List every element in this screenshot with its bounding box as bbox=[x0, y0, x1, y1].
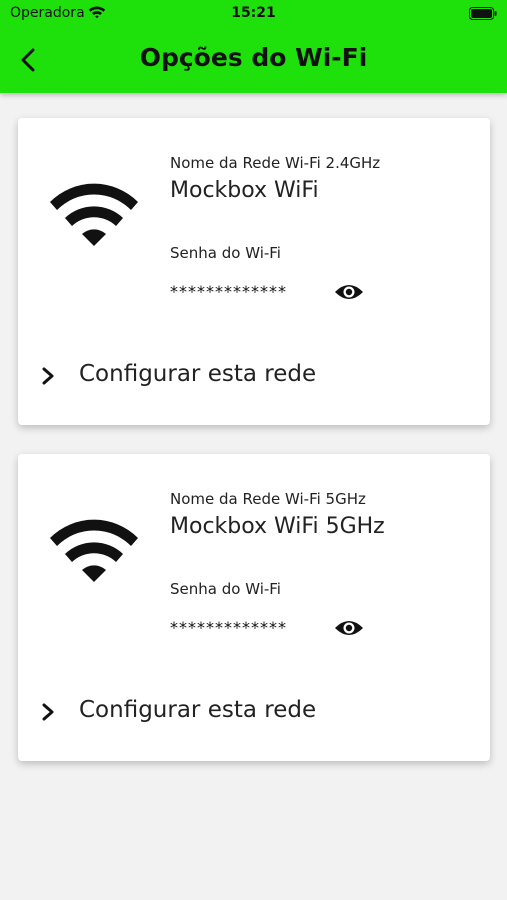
configure-network-label: Configurar esta rede bbox=[79, 361, 317, 387]
show-password-button[interactable] bbox=[334, 281, 364, 303]
status-time: 15:21 bbox=[231, 5, 276, 21]
network-name: Mockbox WiFi bbox=[170, 178, 319, 203]
password-label: Senha do Wi-Fi bbox=[170, 244, 281, 262]
password-value: ************* bbox=[170, 618, 287, 637]
app-header: Operadora 15:21 Opções do Wi-Fi bbox=[0, 0, 507, 93]
configure-network-label: Configurar esta rede bbox=[79, 697, 317, 723]
page-title: Opções do Wi-Fi bbox=[139, 43, 368, 72]
network-label: Nome da Rede Wi-Fi 5GHz bbox=[170, 490, 366, 508]
wifi-icon bbox=[50, 519, 138, 582]
status-bar: Operadora 15:21 bbox=[0, 0, 507, 28]
chevron-right-icon bbox=[42, 367, 54, 385]
network-name: Mockbox WiFi 5GHz bbox=[170, 514, 385, 539]
chevron-right-icon bbox=[42, 703, 54, 721]
password-label: Senha do Wi-Fi bbox=[170, 580, 281, 598]
network-card-2-4ghz: Nome da Rede Wi-Fi 2.4GHz Mockbox WiFi S… bbox=[18, 118, 490, 425]
configure-network-button[interactable]: Configurar esta rede bbox=[32, 690, 472, 734]
show-password-button[interactable] bbox=[334, 617, 364, 639]
configure-network-button[interactable]: Configurar esta rede bbox=[32, 354, 472, 398]
wifi-icon bbox=[50, 183, 138, 246]
password-value: ************* bbox=[170, 282, 287, 301]
battery-full-icon bbox=[469, 7, 497, 20]
network-label: Nome da Rede Wi-Fi 2.4GHz bbox=[170, 154, 381, 172]
network-card-5ghz: Nome da Rede Wi-Fi 5GHz Mockbox WiFi 5GH… bbox=[18, 454, 490, 761]
